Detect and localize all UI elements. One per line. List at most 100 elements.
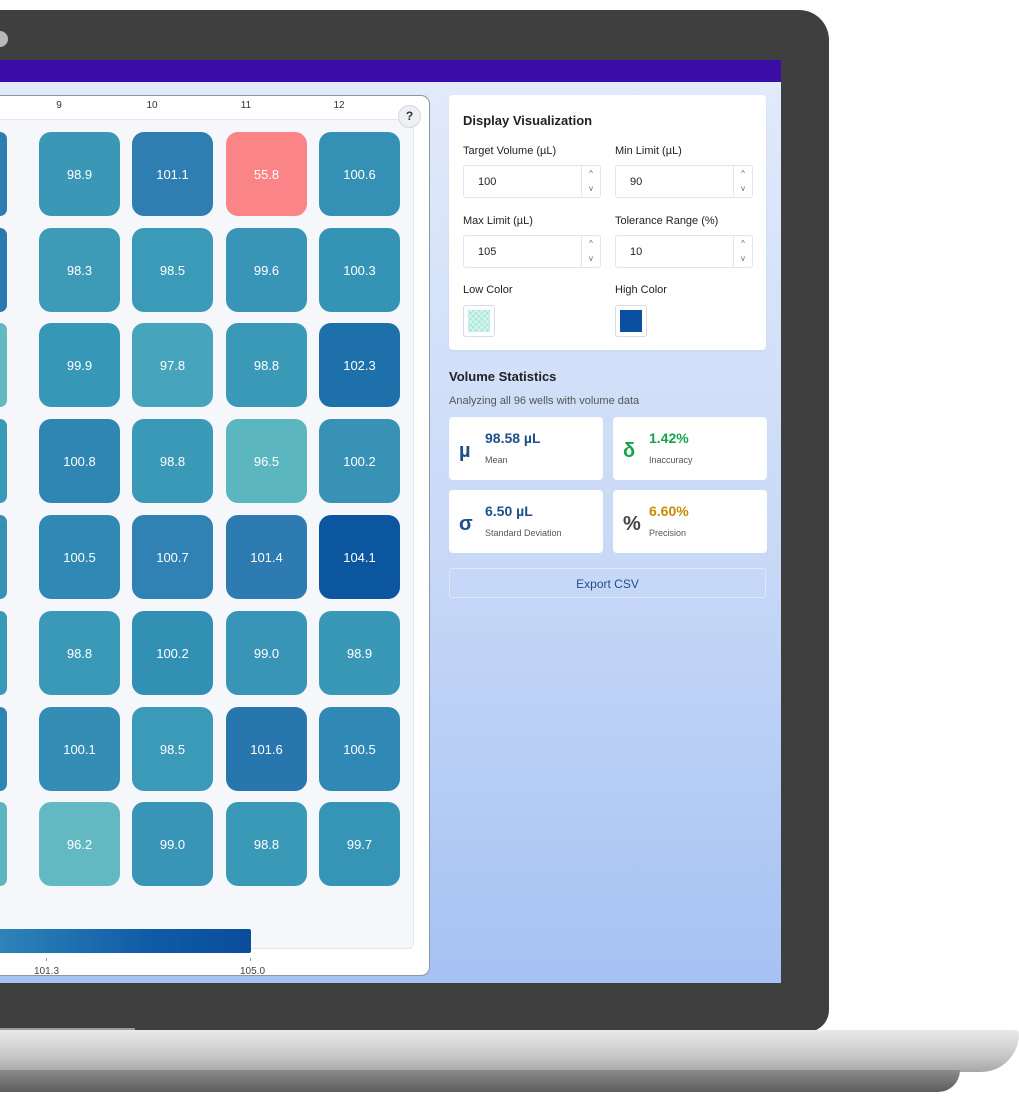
well-cell[interactable]: 96.5 [226, 419, 307, 503]
sd-stat-card: σ 6.50 µL Standard Deviation [449, 490, 603, 553]
chevron-down-icon[interactable]: v [741, 185, 745, 193]
export-csv-button[interactable]: Export CSV [449, 568, 766, 598]
target-volume-input[interactable]: 100 ^ v [463, 165, 601, 198]
well-cell[interactable]: 104.1 [319, 515, 400, 599]
chevron-down-icon[interactable]: v [589, 185, 593, 193]
well-cell[interactable]: 100.2 [132, 611, 213, 695]
precision-label: Precision [649, 528, 687, 538]
well-cell[interactable]: 100.5 [39, 515, 120, 599]
chevron-down-icon[interactable]: v [741, 255, 745, 263]
well-cell[interactable]: 100.2 [319, 419, 400, 503]
well-cell[interactable]: 100.3 [319, 228, 400, 312]
laptop-base-shadow [0, 1070, 960, 1092]
sigma-icon: σ [459, 513, 473, 535]
well-cell[interactable]: 96.2 [39, 802, 120, 886]
well-partial[interactable] [0, 611, 7, 695]
mean-icon: µ [459, 440, 471, 462]
precision-value: 6.60% [649, 503, 689, 519]
well-cell[interactable]: 98.8 [226, 323, 307, 407]
tolerance-value: 10 [630, 246, 643, 258]
well-cell[interactable]: 98.8 [226, 802, 307, 886]
app-header-bar [0, 60, 781, 82]
target-volume-stepper[interactable]: ^ v [581, 166, 600, 197]
inaccuracy-label: Inaccuracy [649, 455, 693, 465]
sd-label: Standard Deviation [485, 528, 562, 538]
well-cell[interactable]: 99.0 [226, 611, 307, 695]
help-button[interactable]: ? [398, 105, 421, 128]
tolerance-stepper[interactable]: ^ v [733, 236, 752, 267]
well-cell[interactable]: 101.4 [226, 515, 307, 599]
high-color-label: High Color [615, 284, 667, 296]
legend-tick [46, 958, 47, 961]
color-scale-bar [0, 929, 251, 953]
column-header-9: 9 [56, 100, 62, 111]
well-cell[interactable]: 98.9 [319, 611, 400, 695]
well-partial[interactable] [0, 132, 7, 216]
well-cell[interactable]: 102.3 [319, 323, 400, 407]
well-cell[interactable]: 99.7 [319, 802, 400, 886]
mean-stat-card: µ 98.58 µL Mean [449, 417, 603, 480]
well-partial[interactable] [0, 707, 7, 791]
well-cell[interactable]: 100.7 [132, 515, 213, 599]
precision-stat-card: % 6.60% Precision [613, 490, 767, 553]
low-color-label: Low Color [463, 284, 513, 296]
legend-label-max: 105.0 [240, 966, 266, 977]
well-cell[interactable]: 100.1 [39, 707, 120, 791]
high-color-picker[interactable] [615, 305, 647, 337]
min-limit-input[interactable]: 90 ^ v [615, 165, 753, 198]
legend-label-mid: 101.3 [34, 966, 60, 977]
well-cell[interactable]: 99.6 [226, 228, 307, 312]
chevron-down-icon[interactable]: v [589, 255, 593, 263]
well-cell[interactable]: 98.5 [132, 707, 213, 791]
chevron-up-icon[interactable]: ^ [741, 169, 745, 178]
column-header-10: 10 [146, 100, 158, 111]
legend-tick [250, 958, 251, 961]
delta-icon: δ [623, 440, 636, 462]
inaccuracy-stat-card: δ 1.42% Inaccuracy [613, 417, 767, 480]
min-limit-value: 90 [630, 176, 643, 188]
well-partial[interactable] [0, 228, 7, 312]
well-cell[interactable]: 101.1 [132, 132, 213, 216]
well-cell[interactable]: 100.6 [319, 132, 400, 216]
sd-value: 6.50 µL [485, 503, 533, 519]
high-color-swatch [620, 310, 642, 332]
low-color-picker[interactable] [463, 305, 495, 337]
app-screen: 9 10 11 12 98.9 101.1 55.8 100.6 98.3 98.5 99.6 100… [0, 60, 781, 983]
volume-statistics-subtitle: Analyzing all 96 wells with volume data [449, 395, 640, 407]
display-title: Display Visualization [463, 113, 593, 128]
well-partial[interactable] [0, 323, 7, 407]
well-cell[interactable]: 100.5 [319, 707, 400, 791]
well-cell[interactable]: 98.8 [39, 611, 120, 695]
target-volume-value: 100 [478, 176, 497, 188]
well-partial[interactable] [0, 515, 7, 599]
well-cell[interactable]: 98.9 [39, 132, 120, 216]
well-cell[interactable]: 98.5 [132, 228, 213, 312]
min-limit-stepper[interactable]: ^ v [733, 166, 752, 197]
max-limit-stepper[interactable]: ^ v [581, 236, 600, 267]
chevron-up-icon[interactable]: ^ [741, 239, 745, 248]
mean-value: 98.58 µL [485, 430, 541, 446]
well-cell[interactable]: 99.0 [132, 802, 213, 886]
mean-label: Mean [485, 455, 508, 465]
well-cell[interactable]: 99.9 [39, 323, 120, 407]
well-partial[interactable] [0, 419, 7, 503]
well-cell[interactable]: 55.8 [226, 132, 307, 216]
chevron-up-icon[interactable]: ^ [589, 169, 593, 178]
low-color-swatch [468, 310, 490, 332]
max-limit-input[interactable]: 105 ^ v [463, 235, 601, 268]
max-limit-value: 105 [478, 246, 497, 258]
column-header-11: 11 [240, 100, 252, 111]
min-limit-label: Min Limit (µL) [615, 145, 682, 157]
tolerance-label: Tolerance Range (%) [615, 215, 719, 227]
well-cell[interactable]: 100.8 [39, 419, 120, 503]
chevron-up-icon[interactable]: ^ [589, 239, 593, 248]
well-cell[interactable]: 97.8 [132, 323, 213, 407]
well-cell[interactable]: 98.8 [132, 419, 213, 503]
volume-statistics-title: Volume Statistics [449, 369, 557, 384]
well-cell[interactable]: 98.3 [39, 228, 120, 312]
target-volume-label: Target Volume (µL) [463, 145, 557, 157]
well-cell[interactable]: 101.6 [226, 707, 307, 791]
tolerance-input[interactable]: 10 ^ v [615, 235, 753, 268]
well-partial[interactable] [0, 802, 7, 886]
max-limit-label: Max Limit (µL) [463, 215, 533, 227]
